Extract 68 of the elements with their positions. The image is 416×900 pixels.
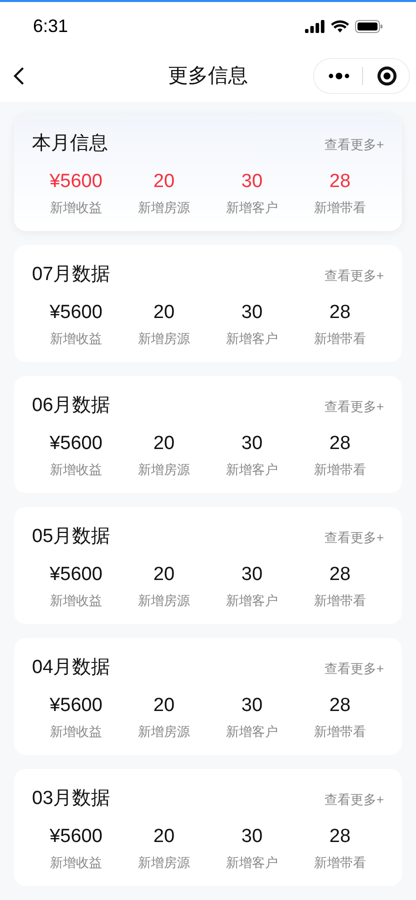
stat-label: 新增带看 — [314, 330, 366, 348]
wifi-icon — [331, 20, 349, 32]
stat-value: 30 — [241, 824, 263, 848]
stat-value: 30 — [241, 432, 263, 456]
stat-value: 28 — [329, 562, 351, 586]
stat-value: ¥5600 — [50, 300, 102, 324]
stat-value: ¥5600 — [50, 824, 102, 848]
more-icon[interactable] — [328, 72, 350, 80]
view-more-link[interactable]: 查看更多+ — [324, 266, 384, 285]
stat-label: 新增房源 — [138, 592, 190, 610]
stat-label: 新增客户 — [226, 460, 278, 478]
stat-label: 新增收益 — [50, 592, 102, 610]
stat-label: 新增收益 — [50, 460, 102, 478]
stat-value: 28 — [329, 694, 351, 718]
stat-value: 20 — [153, 694, 175, 718]
stat-label: 新增房源 — [138, 722, 190, 740]
stat-value: ¥5600 — [50, 170, 102, 194]
stat-label: 新增客户 — [226, 198, 278, 216]
stat-label: 新增房源 — [138, 198, 190, 216]
stat-label: 新增房源 — [138, 330, 190, 348]
card-title: 03月数据 — [32, 787, 110, 811]
stat-value: 20 — [153, 562, 175, 586]
stat-value: 20 — [153, 824, 175, 848]
back-icon[interactable] — [13, 67, 25, 85]
stat-label: 新增客户 — [226, 592, 278, 610]
card-title: 05月数据 — [32, 525, 110, 549]
stat-value: 28 — [329, 300, 351, 324]
view-more-link[interactable]: 查看更多+ — [324, 528, 384, 547]
stat-value: 30 — [241, 562, 263, 586]
stat-label: 新增房源 — [138, 854, 190, 872]
stat-label: 新增收益 — [50, 330, 102, 348]
card-title: 04月数据 — [32, 656, 110, 680]
stat-label: 新增带看 — [314, 592, 366, 610]
stat-value: 20 — [153, 170, 175, 194]
signal-icon — [305, 20, 325, 32]
card-title: 本月信息 — [32, 132, 108, 156]
stat-label: 新增收益 — [50, 722, 102, 740]
status-time: 6:31 — [33, 14, 68, 38]
page-title: 更多信息 — [168, 64, 248, 89]
battery-icon — [355, 20, 383, 32]
stat-label: 新增带看 — [314, 198, 366, 216]
stat-label: 新增客户 — [226, 854, 278, 872]
view-more-link[interactable]: 查看更多+ — [324, 134, 384, 154]
stat-label: 新增收益 — [50, 854, 102, 872]
stat-value: ¥5600 — [50, 562, 102, 586]
stat-label: 新增收益 — [50, 198, 102, 216]
stat-value: 28 — [329, 170, 351, 194]
record-icon[interactable] — [377, 66, 397, 86]
view-more-link[interactable]: 查看更多+ — [324, 658, 384, 678]
stat-label: 新增客户 — [226, 722, 278, 740]
stat-value: 20 — [153, 432, 175, 456]
stat-label: 新增带看 — [314, 722, 366, 740]
stat-value: 28 — [329, 432, 351, 456]
stat-value: ¥5600 — [50, 432, 102, 456]
card-title: 07月数据 — [32, 263, 110, 287]
stat-label: 新增客户 — [226, 330, 278, 348]
stat-value: 28 — [329, 824, 351, 848]
stat-value: 30 — [241, 170, 263, 194]
view-more-link[interactable]: 查看更多+ — [324, 396, 384, 416]
stat-label: 新增带看 — [314, 460, 366, 478]
stat-value: 30 — [241, 694, 263, 718]
card-title: 06月数据 — [32, 394, 110, 418]
stat-value: ¥5600 — [50, 694, 102, 718]
stat-value: 20 — [153, 300, 175, 324]
stat-value: 30 — [241, 300, 263, 324]
view-more-link[interactable]: 查看更多+ — [324, 790, 384, 809]
stat-label: 新增带看 — [314, 854, 366, 872]
stat-label: 新增房源 — [138, 460, 190, 478]
